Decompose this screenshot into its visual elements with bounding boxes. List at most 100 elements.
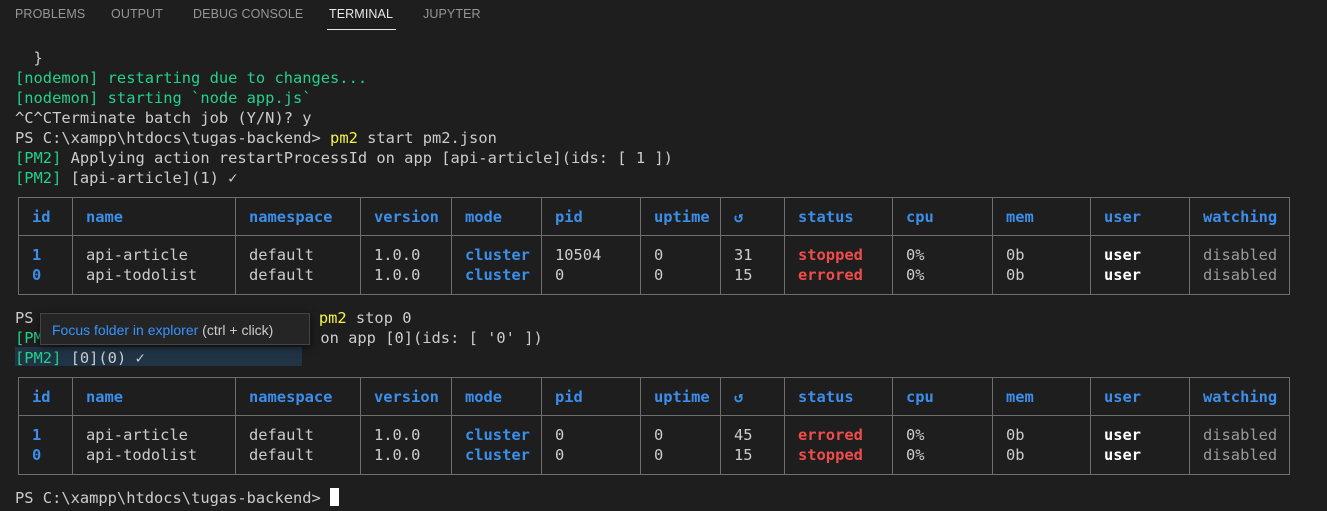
cell-mode: cluster [451, 235, 542, 265]
cell-cpu: 0% [892, 445, 993, 475]
prompt-partial[interactable]: PS [15, 309, 43, 327]
cell-uptime: 0 [640, 235, 721, 265]
cell-status: errored [784, 415, 893, 445]
table-header-row: id name namespace version mode pid uptim… [18, 377, 1290, 416]
cell-watching: disabled [1189, 415, 1290, 445]
cell-mode: cluster [451, 445, 542, 475]
column-header: uptime [640, 197, 721, 236]
cell-restarts: 15 [720, 445, 785, 475]
column-header: cpu [892, 197, 993, 236]
cell-mode: cluster [451, 265, 542, 295]
table-row: 1 api-article default 1.0.0 cluster 1050… [18, 235, 1290, 265]
tab-terminal[interactable]: TERMINAL [329, 7, 393, 21]
cell-restarts: 45 [720, 415, 785, 445]
command-args: start pm2.json [357, 129, 497, 147]
terminal-line: [nodemon] restarting due to changes... [15, 69, 368, 87]
pm2-process-table: id name namespace version mode pid uptim… [18, 197, 1290, 295]
table-row: 0 api-todolist default 1.0.0 cluster 0 0… [18, 265, 1290, 295]
column-header: uptime [640, 377, 721, 416]
cell-user: user [1090, 235, 1190, 265]
cell-namespace: default [235, 235, 361, 265]
tab-jupyter[interactable]: JUPYTER [423, 7, 481, 21]
cell-version: 1.0.0 [360, 445, 452, 475]
cell-id: 1 [18, 235, 73, 265]
cell-status: stopped [784, 235, 893, 265]
command-name: pm2 [318, 309, 347, 327]
cell-uptime: 0 [640, 415, 721, 445]
pm2-message: [0](0) ✓ [61, 349, 145, 367]
cell-name: api-todolist [72, 445, 236, 475]
tab-problems[interactable]: PROBLEMS [15, 7, 85, 21]
cell-watching: disabled [1189, 235, 1290, 265]
column-header: status [784, 377, 893, 416]
column-header: status [784, 197, 893, 236]
command-name: pm2 [330, 129, 358, 147]
cell-pid: 0 [541, 445, 641, 475]
column-header: namespace [235, 377, 361, 416]
terminal-line: [nodemon] starting `node app.js` [15, 89, 312, 107]
column-header: mode [451, 377, 542, 416]
cell-pid: 0 [541, 265, 641, 295]
cell-id: 0 [18, 265, 73, 295]
cell-watching: disabled [1189, 265, 1290, 295]
column-header: namespace [235, 197, 361, 236]
cell-user: user [1090, 415, 1190, 445]
tooltip-hint: (ctrl + click) [198, 322, 274, 338]
cell-user: user [1090, 265, 1190, 295]
cell-pid: 10504 [541, 235, 641, 265]
pm2-tag: [PM2] [15, 169, 62, 187]
cell-namespace: default [235, 415, 361, 445]
cell-namespace: default [235, 445, 361, 475]
terminal-line: [PM2] [0](0) ✓ [15, 348, 145, 368]
cell-id: 1 [18, 415, 73, 445]
column-header: version [360, 377, 452, 416]
pm2-message: [api-article](1) ✓ [61, 169, 238, 187]
tab-output[interactable]: OUTPUT [111, 7, 163, 21]
column-header: mode [451, 197, 542, 236]
link-tooltip: Focus folder in explorer (ctrl + click) [40, 313, 310, 345]
table-row: 1 api-article default 1.0.0 cluster 0 0 … [18, 415, 1290, 445]
pm2-tag: [PM2] [15, 349, 62, 367]
column-header: watching [1189, 377, 1290, 416]
pm2-tag: [PM [15, 329, 43, 347]
restart-icon: ↺ [720, 377, 785, 416]
tab-debug-console[interactable]: DEBUG CONSOLE [193, 7, 303, 21]
column-header: user [1090, 197, 1190, 236]
column-header: pid [541, 197, 641, 236]
cell-pid: 0 [541, 415, 641, 445]
cell-mode: cluster [451, 415, 542, 445]
terminal-input-line[interactable]: PS C:\xampp\htdocs\tugas-backend> [15, 488, 340, 508]
cell-mem: 0b [992, 235, 1091, 265]
cell-namespace: default [235, 265, 361, 295]
restart-icon: ↺ [720, 197, 785, 236]
cell-name: api-article [72, 235, 236, 265]
terminal-line: } [15, 49, 43, 67]
cell-mem: 0b [992, 265, 1091, 295]
prompt[interactable]: PS C:\xampp\htdocs\tugas-backend> [15, 129, 330, 147]
cell-uptime: 0 [640, 445, 721, 475]
cell-cpu: 0% [892, 235, 993, 265]
focus-folder-link[interactable]: Focus folder in explorer [52, 322, 198, 338]
pm2-message: Applying action restartProcessId on app … [61, 149, 673, 167]
cell-status: errored [784, 265, 893, 295]
cell-name: api-article [72, 415, 236, 445]
table-row: 0 api-todolist default 1.0.0 cluster 0 0… [18, 445, 1290, 475]
command-args: stop 0 [346, 309, 412, 327]
cell-version: 1.0.0 [360, 265, 452, 295]
cell-version: 1.0.0 [360, 415, 452, 445]
column-header: user [1090, 377, 1190, 416]
cell-watching: disabled [1189, 445, 1290, 475]
prompt[interactable]: PS C:\xampp\htdocs\tugas-backend> [15, 489, 330, 507]
cell-mem: 0b [992, 445, 1091, 475]
cell-version: 1.0.0 [360, 235, 452, 265]
cell-status: stopped [784, 445, 893, 475]
pm2-process-table: id name namespace version mode pid uptim… [18, 377, 1290, 475]
table-header-row: id name namespace version mode pid uptim… [18, 197, 1290, 236]
terminal-line: ^C^CTerminate batch job (Y/N)? y [15, 109, 312, 127]
cell-id: 0 [18, 445, 73, 475]
cell-uptime: 0 [640, 265, 721, 295]
column-header: name [72, 377, 236, 416]
cell-cpu: 0% [892, 415, 993, 445]
column-header: name [72, 197, 236, 236]
column-header: mem [992, 197, 1091, 236]
